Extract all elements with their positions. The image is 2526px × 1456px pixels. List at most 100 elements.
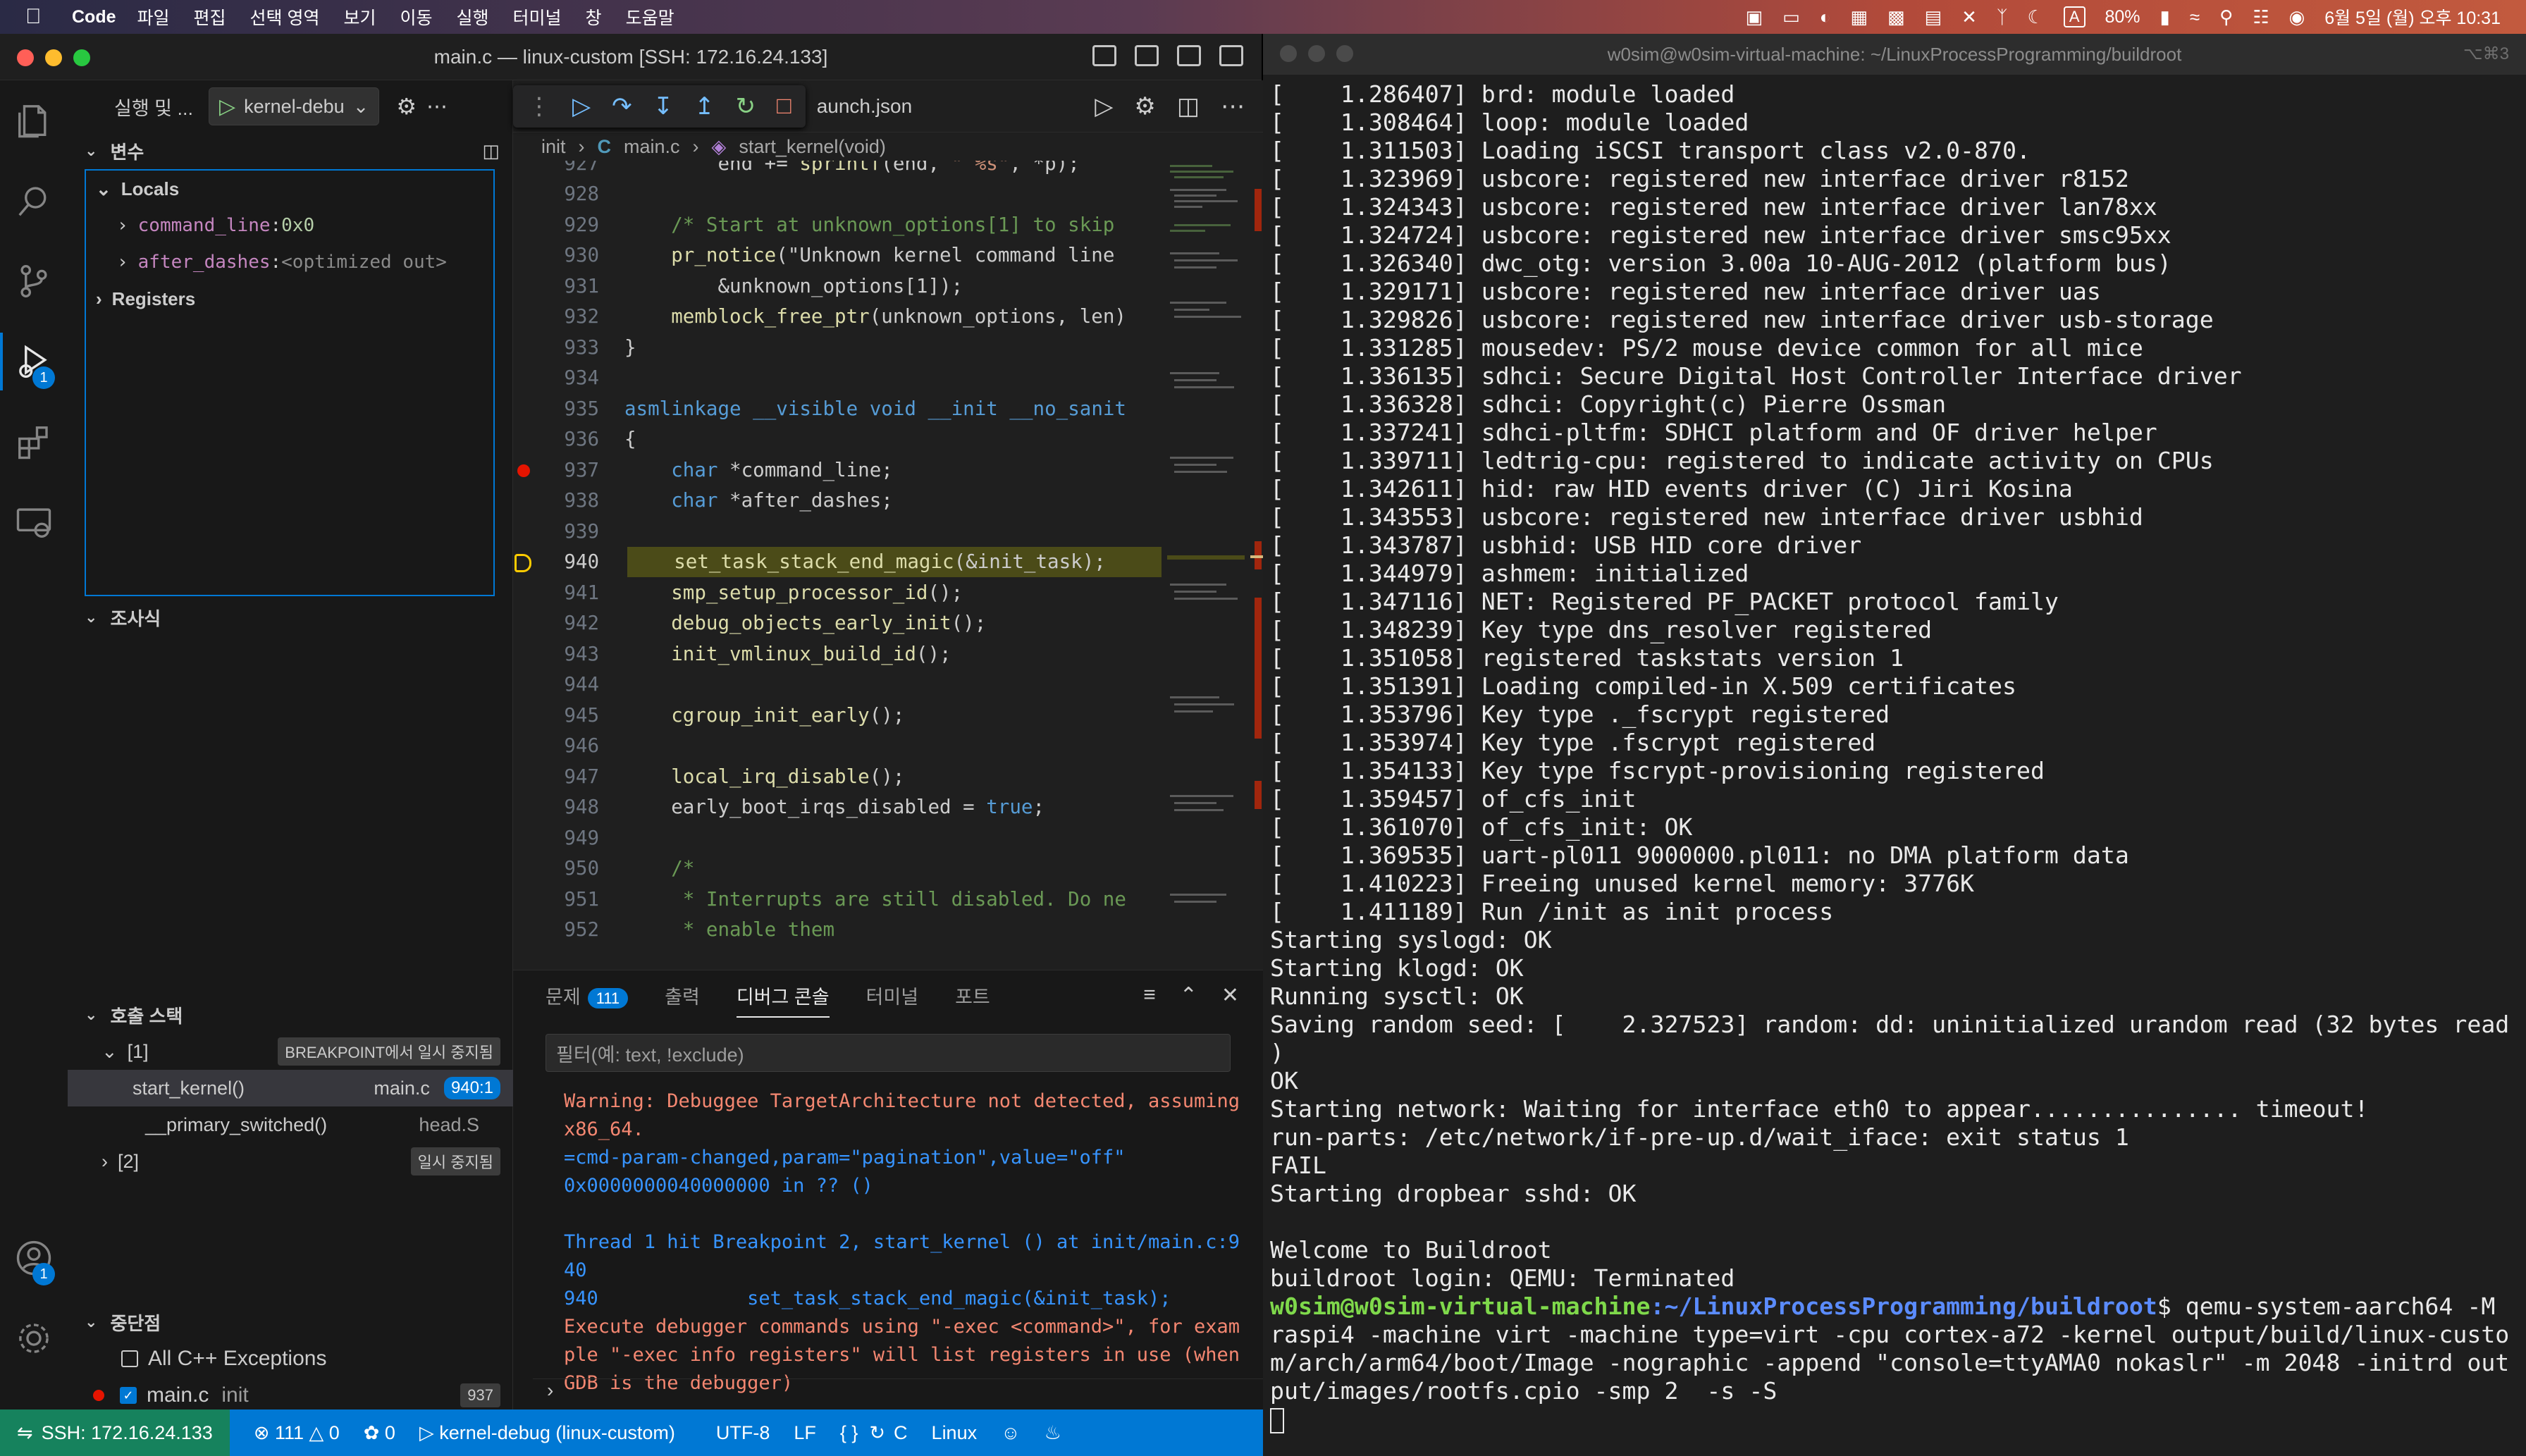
- breakpoint-exceptions[interactable]: All C++ Exceptions: [68, 1340, 513, 1377]
- menu-view[interactable]: 보기: [343, 4, 376, 30]
- code-line[interactable]: 951 * Interrupts are still disabled. Do …: [513, 884, 1162, 915]
- more-actions-icon[interactable]: ⋯: [426, 94, 448, 119]
- code-line[interactable]: 950 /*: [513, 853, 1162, 884]
- search-icon[interactable]: [0, 161, 68, 241]
- glyph-margin[interactable]: [515, 547, 540, 577]
- book-icon[interactable]: ▤: [1925, 6, 1942, 28]
- apple-menu-icon[interactable]: : [25, 5, 51, 29]
- menu-selection[interactable]: 선택 영역: [250, 4, 320, 30]
- glyph-margin[interactable]: [517, 853, 540, 884]
- glyph-margin[interactable]: [517, 792, 540, 822]
- checkbox-checked[interactable]: ✓: [120, 1387, 137, 1404]
- code-line[interactable]: 927 end += sprintf(end, " %s", *p);: [513, 161, 1162, 179]
- code-line[interactable]: 943 init_vmlinux_build_id();: [513, 638, 1162, 670]
- debug-settings-gear-icon[interactable]: ⚙: [396, 93, 417, 120]
- glyph-margin[interactable]: [517, 424, 540, 455]
- feedback-icon[interactable]: ☺: [1001, 1422, 1021, 1444]
- moon-icon[interactable]: ☾: [2028, 6, 2044, 28]
- callstack-frame[interactable]: start_kernel() main.c 940:1: [68, 1070, 513, 1106]
- grid-icon[interactable]: ▦: [1850, 6, 1868, 28]
- code-line[interactable]: 937 char *command_line;: [513, 455, 1162, 486]
- customize-layout-icon[interactable]: [1219, 45, 1243, 66]
- glyph-margin[interactable]: [517, 161, 540, 178]
- code-editor[interactable]: 927 end += sprintf(end, " %s", *p); 928 92…: [513, 161, 1162, 970]
- glyph-margin[interactable]: [517, 577, 540, 607]
- debug-console-input[interactable]: ›: [533, 1378, 1263, 1409]
- toggle-sidebar-icon[interactable]: [1092, 45, 1116, 66]
- code-line[interactable]: 936{: [513, 424, 1162, 455]
- problems-status[interactable]: ⊗ 111 △ 0: [254, 1422, 340, 1444]
- extensions-icon[interactable]: [0, 402, 68, 482]
- tab-output[interactable]: 출력: [665, 982, 700, 1009]
- encoding-status[interactable]: UTF-8: [716, 1422, 770, 1444]
- step-into-icon[interactable]: ↧: [653, 92, 674, 121]
- checkbox-unchecked[interactable]: [121, 1350, 138, 1367]
- explorer-icon[interactable]: [0, 80, 68, 161]
- code-line[interactable]: 939: [513, 516, 1162, 547]
- glyph-margin[interactable]: [517, 670, 540, 700]
- toggle-panel-icon[interactable]: [1135, 45, 1159, 66]
- watch-section-header[interactable]: ⌄ 조사식: [68, 599, 512, 636]
- menu-file[interactable]: 파일: [137, 4, 170, 30]
- bluetooth-icon[interactable]: ᛉ: [1997, 6, 2008, 28]
- maximize-panel-icon[interactable]: ⌃: [1180, 983, 1197, 1008]
- zoom-window-button[interactable]: [73, 49, 90, 66]
- glyph-margin[interactable]: [517, 516, 540, 546]
- terminal-output[interactable]: [ 1.286407] brd: module loaded[ 1.308464…: [1270, 80, 2519, 1433]
- os-status[interactable]: Linux: [932, 1422, 978, 1444]
- code-line[interactable]: 945 cgroup_init_early();: [513, 700, 1162, 731]
- code-line[interactable]: 952 * enable them: [513, 915, 1162, 946]
- step-out-icon[interactable]: ↥: [694, 92, 715, 121]
- editor-scrollbar[interactable]: [1250, 161, 1263, 970]
- glyph-margin[interactable]: [517, 363, 540, 393]
- tab-terminal[interactable]: 터미널: [866, 982, 919, 1009]
- editor-more-icon[interactable]: ⋯: [1221, 92, 1245, 121]
- zoom-window-button[interactable]: [1336, 45, 1353, 62]
- code-line[interactable]: 928: [513, 179, 1162, 210]
- split-editor-icon[interactable]: ◫: [1177, 92, 1200, 121]
- clear-console-icon[interactable]: ≡: [1143, 983, 1156, 1008]
- code-line[interactable]: 930 pr_notice("Unknown kernel command li…: [513, 240, 1162, 271]
- collapse-all-icon[interactable]: ◫: [482, 140, 500, 162]
- source-control-icon[interactable]: [0, 241, 68, 321]
- menu-go[interactable]: 이동: [400, 4, 433, 30]
- code-line[interactable]: 935 asmlinkage __visible void __init __no…: [513, 393, 1162, 424]
- code-line[interactable]: 934: [513, 363, 1162, 394]
- code-line[interactable]: 949: [513, 822, 1162, 853]
- tab-ports[interactable]: 포트: [955, 982, 990, 1009]
- menubar-clock[interactable]: 6월 5일 (월) 오후 10:31: [2324, 4, 2501, 30]
- glyph-margin[interactable]: [517, 332, 540, 362]
- debug-status[interactable]: ▷ kernel-debug (linux-custom): [419, 1422, 675, 1444]
- code-line[interactable]: 932 memblock_free_ptr(unknown_options, l…: [513, 302, 1162, 333]
- eol-status[interactable]: LF: [794, 1422, 816, 1444]
- spotlight-search-icon[interactable]: ⚲: [2219, 6, 2233, 28]
- manage-gear-icon[interactable]: [0, 1298, 68, 1378]
- minimap[interactable]: [1167, 161, 1245, 970]
- code-line[interactable]: 938 char *after_dashes;: [513, 486, 1162, 517]
- remote-explorer-icon[interactable]: [0, 482, 68, 562]
- editor-settings-gear-icon[interactable]: ⚙: [1134, 92, 1155, 121]
- editor-tab-launch-json[interactable]: aunch.json: [817, 95, 912, 118]
- continue-icon[interactable]: ▷: [572, 92, 591, 121]
- wifi-icon[interactable]: ≈: [2190, 6, 2200, 28]
- locals-scope[interactable]: ⌄ Locals: [86, 171, 493, 207]
- breakpoint-item[interactable]: ✓ main.c init 937: [68, 1377, 513, 1414]
- glyph-margin[interactable]: [517, 608, 540, 638]
- display-icon[interactable]: ▩: [1887, 6, 1905, 28]
- ports-status[interactable]: ✿ 0: [364, 1422, 395, 1444]
- breadcrumb-file[interactable]: main.c: [624, 136, 680, 158]
- variable-row[interactable]: › command_line: 0x0: [86, 207, 493, 244]
- menu-run[interactable]: 실행: [457, 4, 489, 30]
- braces-icon[interactable]: { }: [840, 1422, 858, 1444]
- glyph-margin[interactable]: [517, 822, 540, 853]
- callstack-section-header[interactable]: ⌄ 호출 스택: [68, 997, 513, 1033]
- notifications-bell-icon[interactable]: ♨: [1045, 1422, 1061, 1444]
- glyph-margin[interactable]: [517, 393, 540, 424]
- console-filter-input[interactable]: 필터(예: text, !exclude): [546, 1034, 1231, 1072]
- mute-icon[interactable]: ✕: [1961, 6, 1977, 28]
- stop-icon[interactable]: □: [777, 92, 791, 120]
- sync-icon[interactable]: ↻: [869, 1422, 885, 1444]
- toggle-secondary-sidebar-icon[interactable]: [1177, 45, 1201, 66]
- glyph-margin[interactable]: [517, 761, 540, 791]
- code-line[interactable]: 942 debug_objects_early_init();: [513, 608, 1162, 639]
